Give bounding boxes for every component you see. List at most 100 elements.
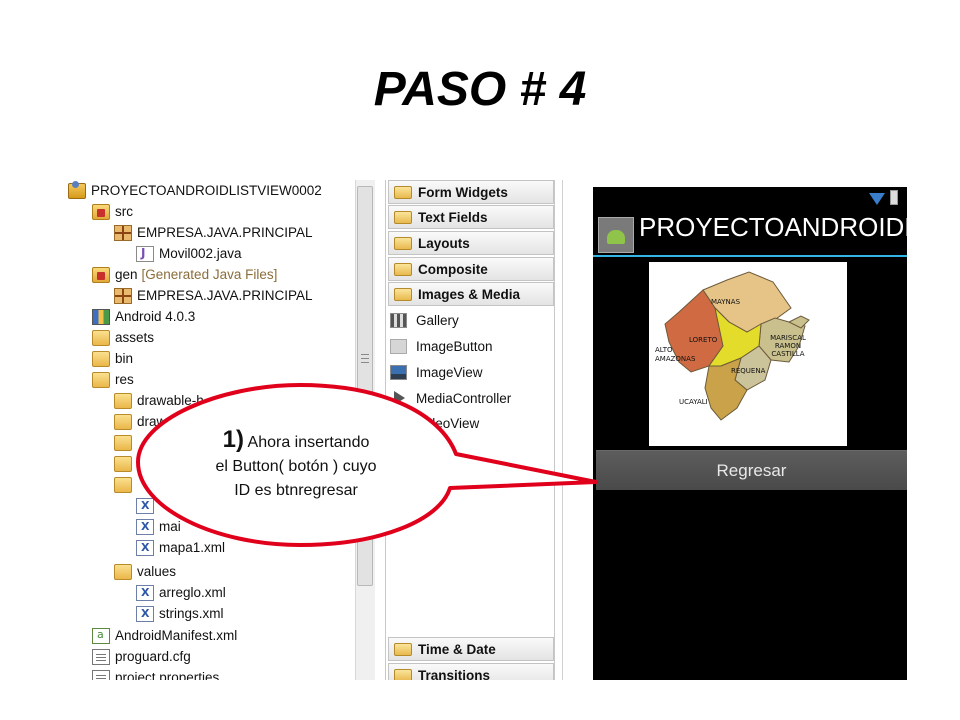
folder-icon	[394, 185, 412, 199]
action-bar: PROYECTOANDROIDLISVIEW00000001	[593, 209, 907, 257]
folder-icon	[394, 262, 412, 276]
regresar-button[interactable]: Regresar	[596, 450, 907, 490]
map-label-alto-amazonas: ALTO AMAZONAS	[655, 346, 696, 363]
tree-item-res[interactable]: res	[92, 369, 134, 390]
tree-item-label: EMPRESA.JAVA.PRINCIPAL	[137, 225, 313, 240]
tree-item-label: bin	[115, 351, 134, 366]
tree-item-folder[interactable]	[114, 432, 137, 453]
tree-item-label: project.properties	[115, 670, 220, 680]
palette-item-label: MediaController	[416, 390, 512, 406]
callout-line-3: ID es btnregresar	[234, 482, 358, 499]
tree-item-strings-xml[interactable]: strings.xml	[136, 603, 224, 624]
app-title: PROYECTOANDROIDLISVIEW00000001	[639, 212, 907, 242]
tree-item-label: mapa1.xml	[159, 540, 226, 555]
tree-item-label: AndroidManifest.xml	[115, 628, 238, 643]
tree-item-package[interactable]: EMPRESA.JAVA.PRINCIPAL	[114, 285, 313, 306]
java-file-icon	[136, 245, 154, 262]
palette-item-label: VideoView	[416, 415, 480, 431]
tree-item-values[interactable]: values	[114, 561, 176, 582]
palette-category-label: Form Widgets	[418, 184, 508, 200]
play-icon	[394, 391, 405, 405]
gallery-icon	[390, 312, 407, 328]
tree-item-label: drawable-h	[137, 393, 204, 408]
library-icon	[92, 308, 110, 325]
tree-item-project-properties[interactable]: project.properties	[92, 667, 219, 680]
tree-item-folder[interactable]	[114, 474, 137, 495]
palette-category-layouts[interactable]: Layouts	[388, 231, 554, 255]
palette-item-imagebutton[interactable]: ImageButton	[390, 334, 493, 358]
tree-item-xml[interactable]: mai	[136, 516, 181, 537]
folder-icon	[394, 642, 412, 656]
map-label-loreto: LORETO	[689, 336, 718, 344]
folder-icon	[92, 350, 110, 367]
tree-item-label: assets	[115, 330, 155, 345]
tree-item-bin[interactable]: bin	[92, 348, 133, 369]
tree-item-xml[interactable]	[136, 495, 159, 516]
palette-item-mediacontroller[interactable]: MediaController	[390, 386, 511, 410]
palette-category-label: Transitions	[418, 667, 491, 681]
tree-item-library[interactable]: Android 4.0.3	[92, 306, 195, 327]
folder-icon	[114, 476, 132, 493]
tree-item-label: EMPRESA.JAVA.PRINCIPAL	[137, 288, 313, 303]
folder-icon	[394, 210, 412, 224]
palette-category-label: Images & Media	[418, 286, 521, 302]
tree-item-mapa1-xml[interactable]: mapa1.xml	[136, 537, 225, 558]
palette-item-label: ImageView	[416, 364, 483, 380]
slide-title: PASO # 4	[373, 63, 587, 116]
palette-item-label: ImageButton	[416, 338, 493, 354]
folder-icon	[114, 434, 132, 451]
device-screen: PROYECTOANDROIDLISVIEW00000001 MAYNAS LO…	[593, 187, 907, 680]
palette-category-images-media[interactable]: Images & Media	[388, 282, 554, 306]
map-image[interactable]: MAYNAS LORETO ALTO AMAZONAS MARISCAL RAM…	[649, 262, 847, 446]
tree-item-arreglo-xml[interactable]: arreglo.xml	[136, 582, 226, 603]
tree-item-drawable[interactable]: drawable-h	[114, 390, 204, 411]
tree-item-label: gen	[115, 267, 138, 282]
palette-category-form-widgets[interactable]: Form Widgets	[388, 180, 554, 204]
palette-category-text-fields[interactable]: Text Fields	[388, 205, 554, 229]
tree-item-label: draw	[137, 414, 167, 429]
tree-item-java-file[interactable]: Movil002.java	[136, 243, 242, 264]
tree-item-project[interactable]: PROYECTOANDROIDLISTVIEW0002	[68, 180, 322, 201]
callout-number: 1)	[222, 426, 244, 453]
folder-icon	[114, 455, 132, 472]
palette-category-label: Text Fields	[418, 209, 488, 225]
tree-item-src[interactable]: src	[92, 201, 133, 222]
xml-file-icon	[136, 605, 154, 622]
grip-icon	[361, 354, 369, 363]
tree-item-assets[interactable]: assets	[92, 327, 154, 348]
tree-item-manifest[interactable]: AndroidManifest.xml	[92, 625, 237, 646]
callout-text: 1) Ahora insertando el Button( botón ) c…	[186, 428, 406, 503]
tree-item-folder[interactable]	[114, 453, 137, 474]
xml-file-icon	[136, 584, 154, 601]
palette-category-composite[interactable]: Composite	[388, 257, 554, 281]
tree-item-proguard[interactable]: proguard.cfg	[92, 646, 191, 667]
battery-icon	[890, 190, 898, 205]
palette-item-imageview[interactable]: ImageView	[390, 360, 483, 384]
folder-icon	[114, 563, 132, 580]
package-icon	[114, 287, 132, 304]
xml-file-icon	[136, 539, 154, 556]
explorer-scrollbar-thumb[interactable]	[357, 186, 373, 586]
widget-palette: Form Widgets Text Fields Layouts Composi…	[385, 180, 555, 680]
palette-category-transitions[interactable]: Transitions	[388, 663, 554, 680]
tree-item-label: Android 4.0.3	[115, 309, 196, 324]
palette-category-label: Layouts	[418, 235, 470, 251]
tree-item-gen[interactable]: gen [Generated Java Files]	[92, 264, 277, 285]
package-icon	[114, 224, 132, 241]
folder-icon	[394, 668, 412, 680]
tree-item-drawable[interactable]: draw	[114, 411, 166, 432]
image-button-icon	[390, 338, 407, 354]
tree-item-package[interactable]: EMPRESA.JAVA.PRINCIPAL	[114, 222, 313, 243]
folder-icon	[92, 329, 110, 346]
image-view-icon	[390, 364, 407, 380]
xml-file-icon	[136, 497, 154, 514]
android-app-icon	[598, 217, 634, 253]
palette-category-label: Composite	[418, 261, 488, 277]
palette-item-gallery[interactable]: Gallery	[390, 308, 459, 332]
tree-item-label: res	[115, 372, 134, 387]
manifest-icon	[92, 627, 110, 644]
map-label-requena: REQUENA	[731, 367, 766, 375]
callout-line-2: el Button( botón ) cuyo	[215, 458, 377, 475]
project-icon	[68, 180, 86, 199]
palette-category-time-date[interactable]: Time & Date	[388, 637, 554, 661]
